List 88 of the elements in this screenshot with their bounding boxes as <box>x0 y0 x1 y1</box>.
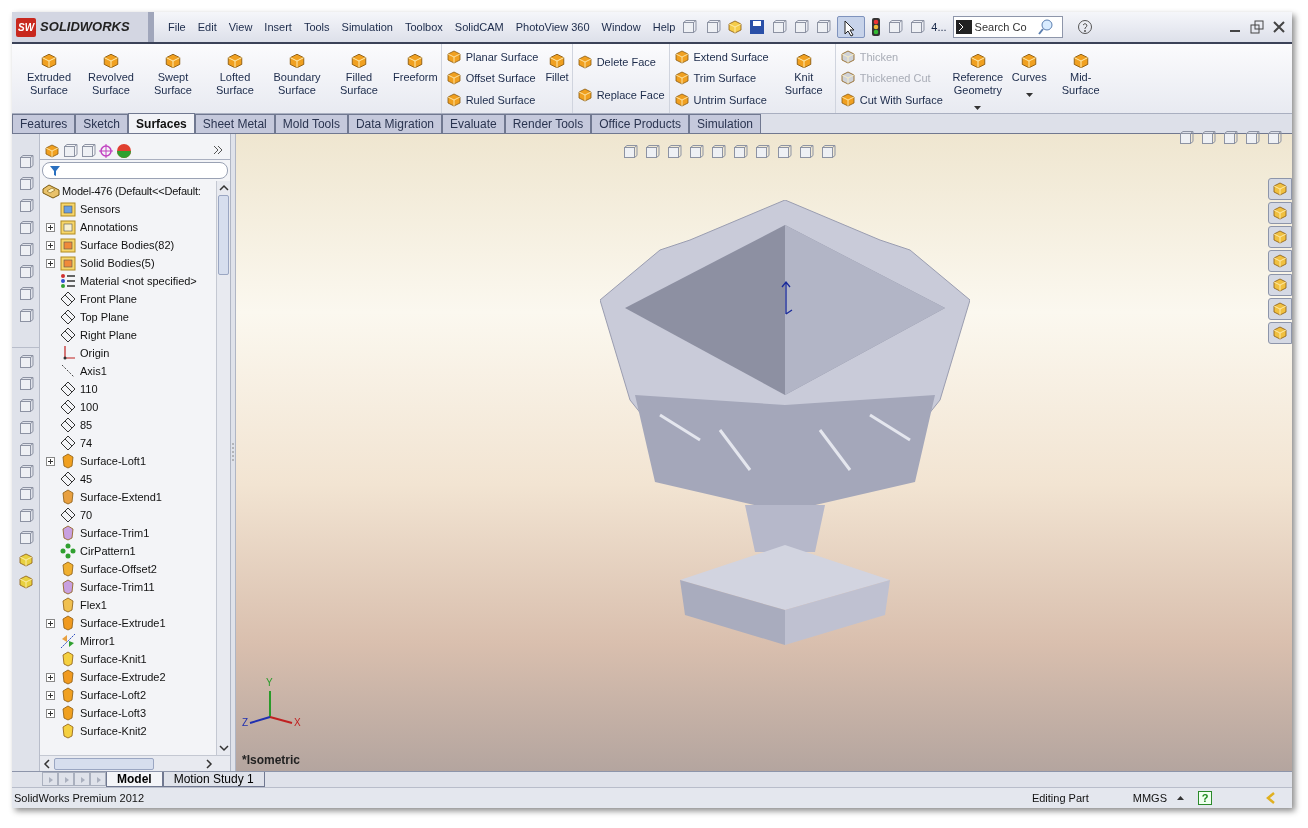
tree-item[interactable]: Axis1 <box>80 362 107 380</box>
tree-item[interactable]: Model-476 (Default<<Default: <box>40 182 216 200</box>
ribbon-button[interactable]: Revolved Surface <box>80 44 142 113</box>
tree-item[interactable]: CirPattern1 <box>80 542 136 560</box>
units-selector[interactable]: MMGS <box>1132 789 1184 807</box>
menu-item[interactable]: Tools <box>297 12 336 42</box>
ribbon-button[interactable]: Fillet <box>542 44 572 113</box>
menu-item[interactable]: Edit <box>191 12 223 42</box>
command-tab[interactable]: Sheet Metal <box>194 114 275 133</box>
tree-item[interactable]: 100 <box>80 398 99 416</box>
axis-label: X <box>294 716 301 730</box>
search-input[interactable]: Search Co <box>974 18 1035 36</box>
status-text: Editing Part <box>1031 790 1089 806</box>
menu-item[interactable]: PhotoView 360 <box>509 12 596 42</box>
ribbon-button[interactable]: Knit Surface <box>772 44 835 113</box>
ribbon-button[interactable]: Untrim Surface <box>673 91 769 109</box>
ribbon-button[interactable]: Cut With Surface <box>839 91 943 109</box>
command-tab[interactable]: Sketch <box>75 114 129 133</box>
command-tab[interactable]: Evaluate <box>442 114 505 133</box>
ribbon-button[interactable]: Delete Face <box>576 54 665 71</box>
search-field[interactable]: Search Co <box>952 16 1063 38</box>
tree-item[interactable]: Surface-Offset2 <box>80 560 157 578</box>
model-tab[interactable]: Model <box>106 772 163 787</box>
tree-item[interactable]: Surface-Extrude1 <box>80 614 166 632</box>
model-tab[interactable]: Motion Study 1 <box>162 772 265 787</box>
axis-label: Y <box>266 676 273 690</box>
command-tab[interactable]: Features <box>12 114 76 133</box>
ribbon-button[interactable]: Offset Surface <box>445 70 539 87</box>
tree-item[interactable]: Surface-Knit2 <box>80 722 147 740</box>
menu-item[interactable]: Window <box>595 12 647 42</box>
tree-item[interactable]: Sensors <box>80 200 121 218</box>
tree-item[interactable]: Annotations <box>80 218 139 236</box>
command-tab[interactable]: Render Tools <box>504 114 592 133</box>
menu-item[interactable]: Insert <box>258 12 298 42</box>
ribbon-button[interactable]: Replace Face <box>576 86 665 103</box>
command-tab[interactable]: Mold Tools <box>274 114 348 133</box>
tree-item[interactable]: Right Plane <box>80 326 137 344</box>
ribbon-button[interactable]: Swept Surface <box>142 44 204 113</box>
ribbon-button[interactable]: Reference Geometry <box>946 44 1009 113</box>
tree-item[interactable]: Front Plane <box>80 290 137 308</box>
tree-item[interactable]: Surface Bodies(82) <box>80 236 175 254</box>
tree-item[interactable]: 45 <box>80 470 93 488</box>
ribbon-button[interactable]: Extend Surface <box>673 48 769 66</box>
tree-item[interactable]: Surface-Trim1 <box>80 524 150 542</box>
menu-item[interactable]: File <box>162 12 192 42</box>
axis-label: Z <box>242 716 249 730</box>
toolbar-overflow[interactable]: 4... <box>931 18 947 36</box>
tree-item[interactable]: Surface-Loft3 <box>80 704 147 722</box>
command-tab[interactable]: Surfaces <box>128 113 195 133</box>
command-tab[interactable]: Data Migration <box>347 114 442 133</box>
help-button[interactable]: ? <box>1198 791 1212 805</box>
ribbon-button[interactable]: Trim Surface <box>673 70 769 87</box>
tree-item[interactable]: Solid Bodies(5) <box>80 254 155 272</box>
command-tab[interactable]: Office Products <box>591 114 689 133</box>
tree-item[interactable]: Surface-Knit1 <box>80 650 147 668</box>
tree-item[interactable]: 70 <box>80 506 93 524</box>
tree-item[interactable]: 110 <box>80 380 98 398</box>
tree-item[interactable]: Surface-Loft2 <box>80 686 147 704</box>
ribbon-button[interactable]: Freeform <box>390 44 441 113</box>
app-logo: SOLIDWORKS <box>40 18 130 37</box>
tree-item[interactable]: 74 <box>80 434 93 452</box>
ribbon-button[interactable]: Filled Surface <box>328 44 390 113</box>
tree-item[interactable]: 85 <box>80 416 93 434</box>
ribbon-button[interactable]: Mid-Surface <box>1049 44 1112 113</box>
ribbon-button[interactable]: Lofted Surface <box>204 44 266 113</box>
tree-item[interactable]: Mirror1 <box>80 632 115 650</box>
tree-item[interactable]: Surface-Extrude2 <box>80 668 166 686</box>
logo-badge: SW <box>16 17 37 37</box>
tree-item[interactable]: Top Plane <box>80 308 129 326</box>
ribbon-button[interactable]: Planar Surface <box>445 48 539 66</box>
command-tab[interactable]: Simulation <box>689 114 762 133</box>
menu-item[interactable]: View <box>222 12 259 42</box>
ribbon-button[interactable]: Curves <box>1008 44 1050 113</box>
status-text: SolidWorks Premium 2012 <box>14 790 144 806</box>
menu-item[interactable]: Toolbox <box>398 12 449 42</box>
menu-item[interactable]: SolidCAM <box>448 12 510 42</box>
tree-item[interactable]: Origin <box>80 344 110 362</box>
ribbon-button[interactable]: Boundary Surface <box>266 44 328 113</box>
ribbon-button[interactable]: Extruded Surface <box>18 44 80 113</box>
tree-item[interactable]: Surface-Loft1 <box>80 452 147 470</box>
tree-item[interactable]: Surface-Extend1 <box>80 488 162 506</box>
menu-item[interactable]: Help <box>646 12 682 42</box>
ribbon-button[interactable]: Ruled Surface <box>445 91 539 109</box>
menu-item[interactable]: Simulation <box>335 12 399 42</box>
tree-item[interactable]: Flex1 <box>80 596 107 614</box>
tree-item[interactable]: Surface-Trim11 <box>80 578 155 596</box>
tree-item[interactable]: Material <not specified> <box>80 272 197 290</box>
view-name: *Isometric <box>242 752 301 769</box>
